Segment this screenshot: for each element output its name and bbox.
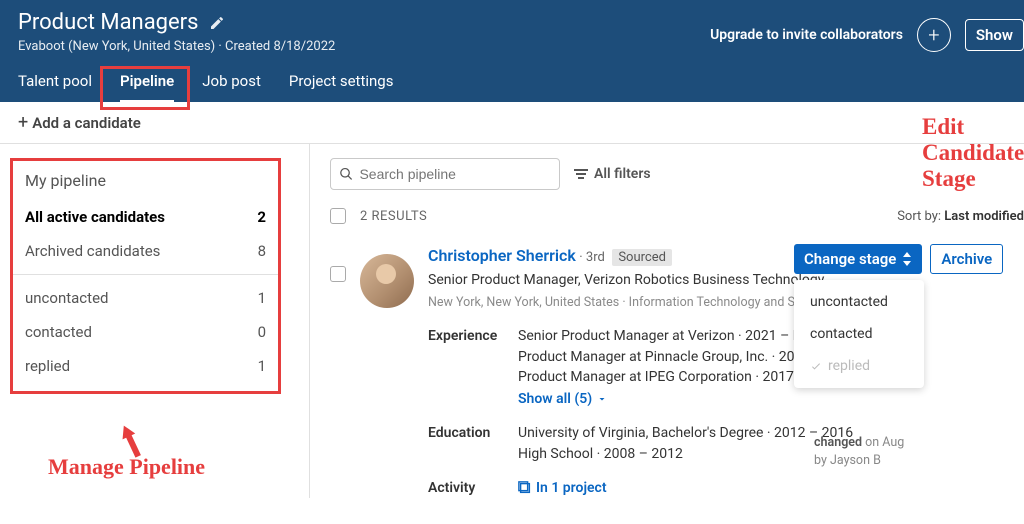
sidebar-title: My pipeline	[25, 171, 266, 190]
sidebar-item-count: 0	[258, 323, 266, 341]
sidebar-item-count: 1	[258, 357, 266, 375]
tab-job-post[interactable]: Job post	[202, 72, 261, 102]
nav-tabs: Talent pool Pipeline Job post Project se…	[18, 72, 1006, 102]
annotation-arrow-icon	[118, 424, 144, 458]
connection-degree: · 3rd	[579, 250, 605, 265]
show-button[interactable]: Show	[965, 19, 1024, 51]
select-all-checkbox[interactable]	[330, 208, 346, 224]
candidate-checkbox[interactable]	[330, 266, 346, 282]
sort-by-dropdown[interactable]: Sort by: Last modified	[897, 209, 1024, 224]
tab-pipeline[interactable]: Pipeline	[120, 72, 174, 102]
main-content: Edit Candidate Stage All filters 2 RESUL…	[310, 144, 1024, 498]
sidebar-item-count: 1	[258, 289, 266, 307]
sidebar-item-active[interactable]: All active candidates 2	[25, 200, 266, 234]
sidebar: My pipeline All active candidates 2 Arch…	[0, 144, 310, 498]
sidebar-item-label: All active candidates	[25, 208, 165, 226]
sort-by-prefix: Sort by:	[897, 209, 944, 224]
annotation-manage-pipeline-label: Manage Pipeline	[48, 454, 205, 480]
all-filters-label: All filters	[594, 166, 651, 182]
change-stage-label: Change stage	[804, 250, 896, 268]
stage-option-contacted[interactable]: contacted	[794, 318, 924, 350]
check-icon	[810, 360, 822, 372]
stage-option-replied[interactable]: replied	[794, 350, 924, 382]
changed-by: by Jayson B	[814, 453, 881, 468]
change-stage-button[interactable]: Change stage	[794, 244, 922, 274]
sidebar-item-count: 2	[257, 208, 266, 226]
search-icon	[339, 166, 353, 182]
sidebar-item-label: Archived candidates	[25, 242, 160, 260]
upgrade-invite-text[interactable]: Upgrade to invite collaborators	[710, 27, 903, 43]
edit-title-icon[interactable]	[209, 15, 225, 31]
app-header: Product Managers Evaboot (New York, Unit…	[0, 0, 1024, 102]
change-stage-menu: uncontacted contacted replied	[794, 280, 924, 388]
chevron-down-icon	[596, 393, 608, 405]
search-field[interactable]	[359, 166, 551, 182]
candidate-actions: Change stage Archive uncontacted contact…	[794, 244, 1024, 469]
sidebar-item-uncontacted[interactable]: uncontacted 1	[25, 281, 266, 315]
all-filters-button[interactable]: All filters	[574, 166, 651, 182]
changed-on: on Aug	[862, 435, 904, 450]
candidate-avatar[interactable]	[360, 254, 414, 308]
sidebar-item-label: contacted	[25, 323, 92, 341]
sidebar-item-archived[interactable]: Archived candidates 8	[25, 234, 266, 268]
project-icon	[518, 481, 532, 495]
in-project-label: In 1 project	[536, 478, 607, 498]
changed-meta: changed on Aug by Jayson B	[794, 434, 1024, 469]
sidebar-item-replied[interactable]: replied 1	[25, 349, 266, 383]
search-pipeline-input[interactable]	[330, 158, 560, 190]
project-title: Product Managers	[18, 10, 199, 35]
sort-by-value: Last modified	[944, 209, 1024, 224]
add-candidate-label: Add a candidate	[32, 114, 141, 132]
annotation-edit-stage-label: Edit Candidate Stage	[922, 114, 1024, 192]
activity-label: Activity	[428, 478, 518, 498]
tab-project-settings[interactable]: Project settings	[289, 72, 394, 102]
plus-icon: +	[18, 112, 28, 133]
sourced-badge: Sourced	[612, 249, 672, 266]
add-collaborator-button[interactable]: +	[917, 18, 951, 52]
sidebar-item-contacted[interactable]: contacted 0	[25, 315, 266, 349]
sidebar-item-count: 8	[258, 242, 266, 260]
filters-icon	[574, 168, 588, 180]
tab-talent-pool[interactable]: Talent pool	[18, 72, 92, 102]
annotation-highlight-pipeline-box: My pipeline All active candidates 2 Arch…	[10, 158, 281, 394]
experience-label: Experience	[428, 326, 518, 409]
sidebar-item-label: uncontacted	[25, 289, 108, 307]
divider	[13, 274, 278, 275]
results-header: 2 RESULTS Sort by: Last modified	[330, 208, 1024, 224]
add-candidate-button[interactable]: + Add a candidate	[0, 102, 1024, 144]
archive-button[interactable]: Archive	[930, 244, 1003, 274]
sidebar-item-label: replied	[25, 357, 70, 375]
stage-option-uncontacted[interactable]: uncontacted	[794, 286, 924, 318]
education-label: Education	[428, 423, 518, 464]
in-project-link[interactable]: In 1 project	[518, 478, 1024, 498]
changed-prefix: changed	[814, 435, 862, 450]
sort-arrows-icon	[902, 252, 912, 266]
results-count: 2 RESULTS	[360, 209, 427, 224]
candidate-name-link[interactable]: Christopher Sherrick	[428, 246, 576, 265]
